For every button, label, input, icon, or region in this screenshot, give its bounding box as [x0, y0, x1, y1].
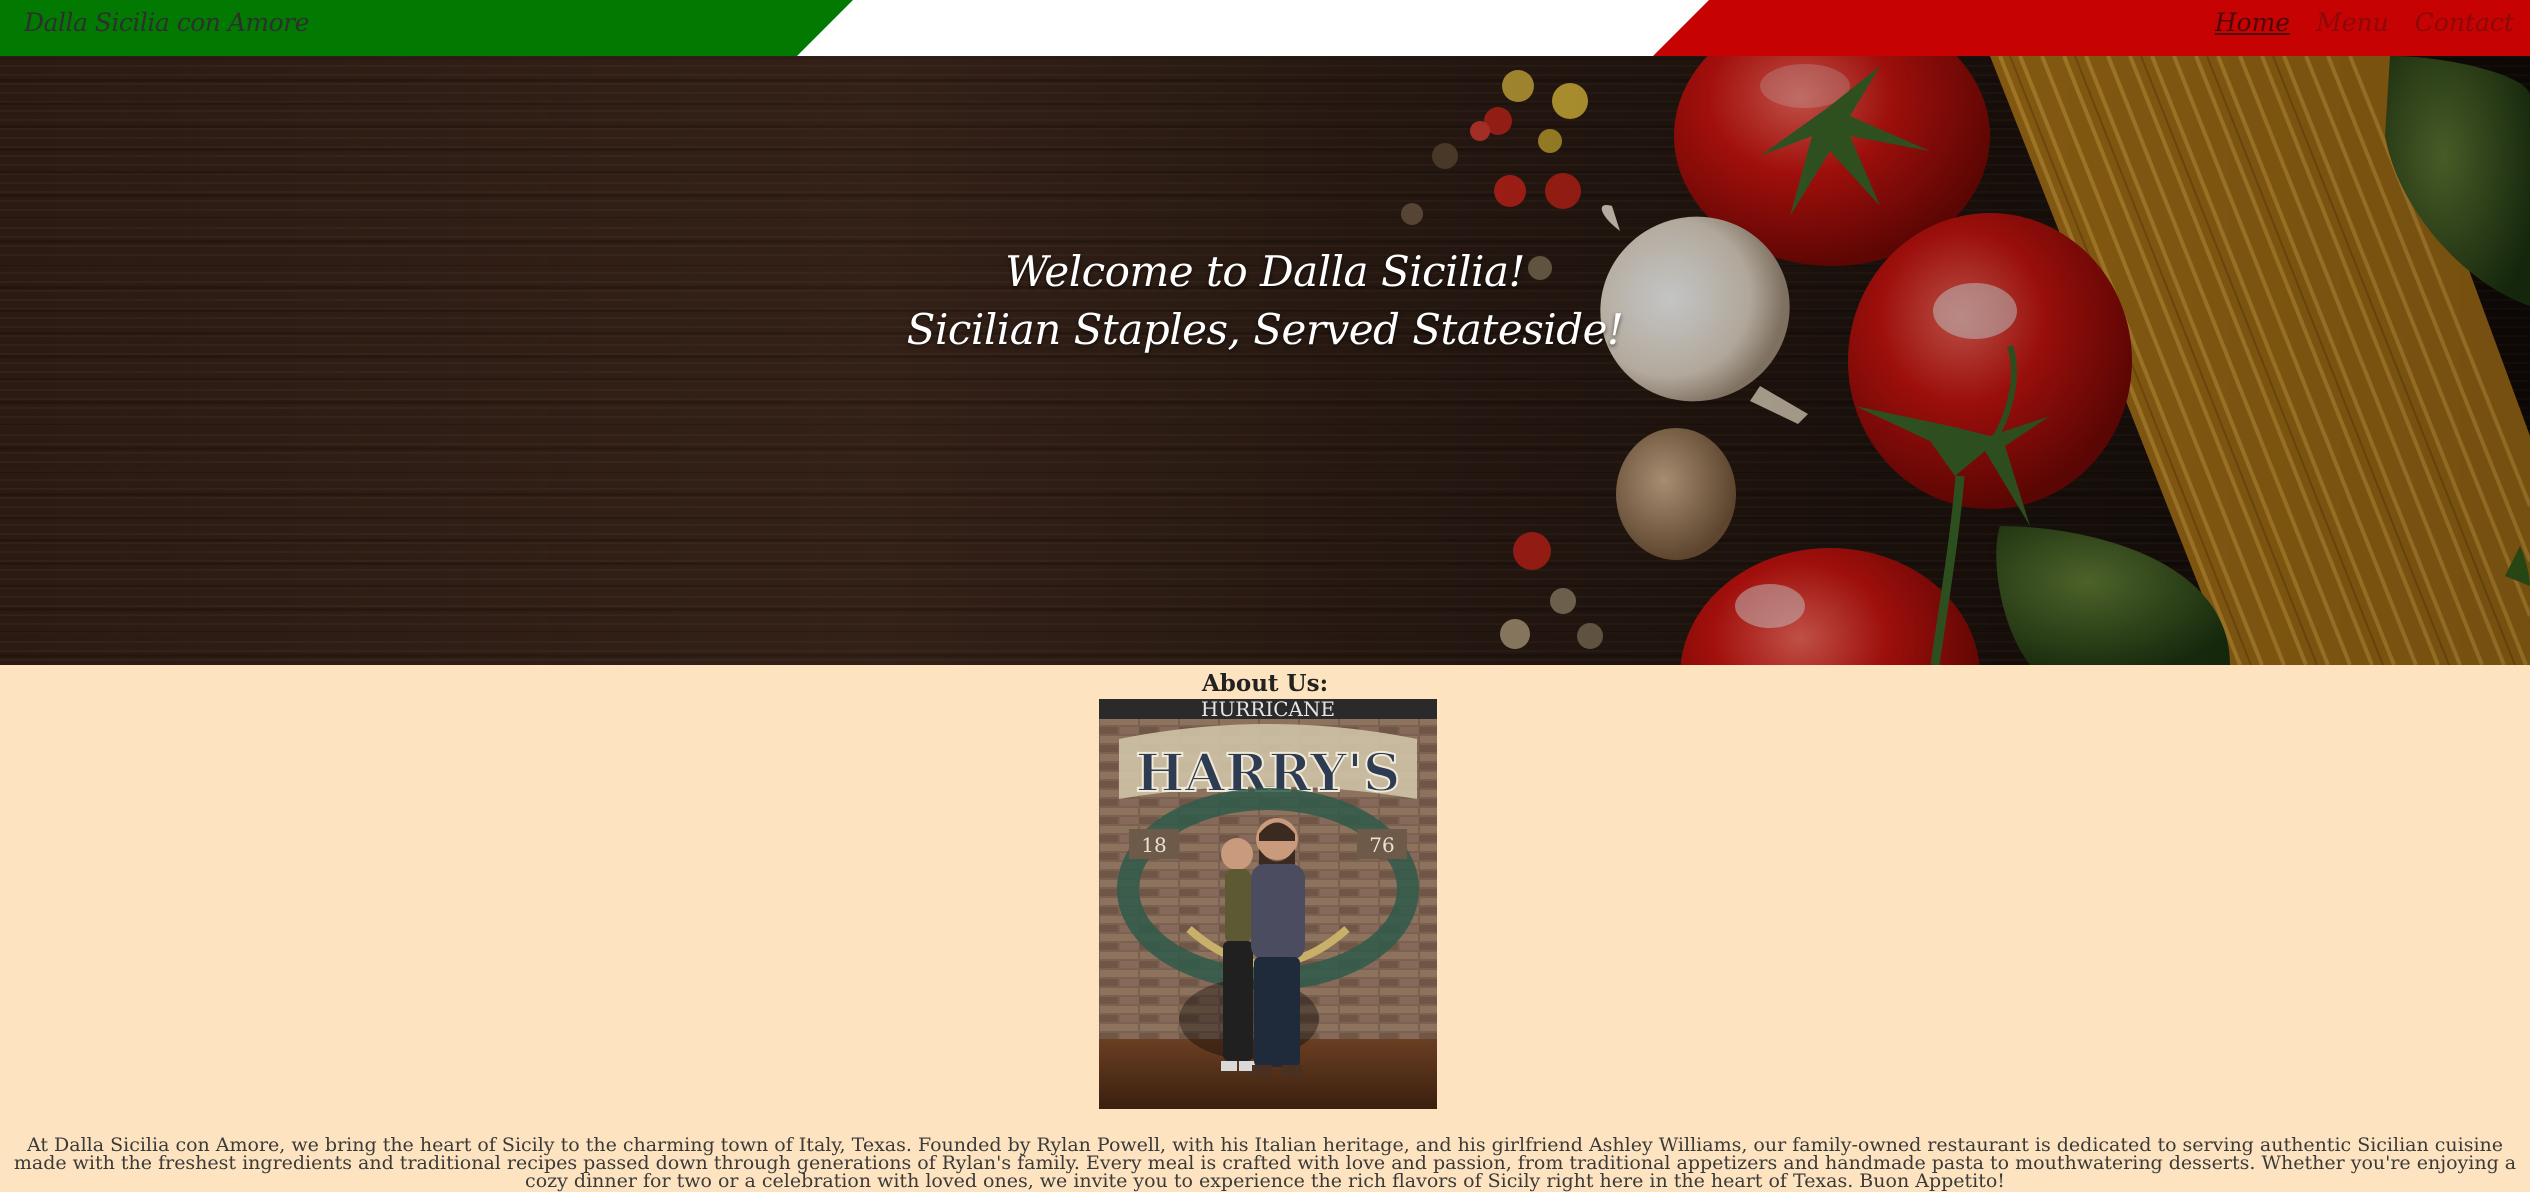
about-heading: About Us:: [1201, 670, 1329, 697]
nav-menu-link[interactable]: Menu: [2316, 8, 2389, 37]
hero-banner: Welcome to Dalla Sicilia! Sicilian Stapl…: [0, 56, 2530, 665]
hero-welcome-line: Welcome to Dalla Sicilia!: [1005, 246, 1525, 296]
photo-sign-left: 18: [1141, 833, 1166, 857]
about-paragraph: At Dalla Sicilia con Amore, we bring the…: [13, 1134, 2517, 1192]
brand-logo-text[interactable]: Dalla Sicilia con Amore: [24, 8, 309, 37]
photo-sign-right: 76: [1369, 833, 1394, 857]
hero-tagline: Sicilian Staples, Served Stateside!: [906, 304, 1624, 354]
nav-contact-link[interactable]: Contact: [2415, 8, 2514, 37]
owners-photo-image: HURRICANE HARRY'S 18 76: [1099, 699, 1437, 1109]
photo-sign-top: HURRICANE: [1201, 699, 1335, 721]
main-nav: Home Menu Contact: [2215, 8, 2514, 37]
owners-photo: HURRICANE HARRY'S 18 76: [1099, 699, 1437, 1109]
hero-headline: Welcome to Dalla Sicilia! Sicilian Stapl…: [0, 56, 2530, 605]
nav-home-link[interactable]: Home: [2215, 8, 2290, 37]
site-header: Dalla Sicilia con Amore Home Menu Contac…: [0, 0, 2530, 56]
